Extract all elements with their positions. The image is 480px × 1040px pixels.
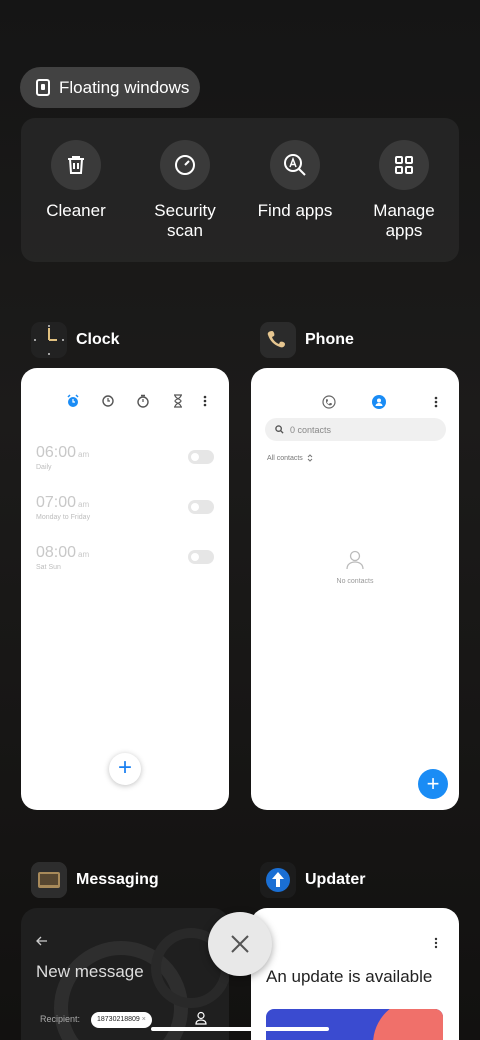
empty-contacts-text: No contacts <box>336 578 374 585</box>
cleaner-button[interactable]: Cleaner <box>21 140 131 221</box>
phone-app-name: Phone <box>305 331 354 348</box>
more-options-icon[interactable] <box>201 394 209 408</box>
alarm-time: 07:00 am <box>36 494 90 511</box>
contacts-filter-dropdown[interactable]: All contacts <box>267 454 313 462</box>
contacts-search-input[interactable]: 0 contacts <box>265 418 446 441</box>
user-icon <box>195 1011 207 1025</box>
empty-contact-icon <box>346 550 364 570</box>
messaging-app-name: Messaging <box>76 871 159 888</box>
sort-arrows-icon <box>307 454 313 462</box>
update-available-title: An update is available <box>266 967 433 986</box>
security-scan-button[interactable]: Security scan <box>130 140 240 241</box>
alarm-item[interactable]: 07:00 am Monday to Friday <box>36 494 214 526</box>
alarm-item[interactable]: 08:00 am Sat Sun <box>36 544 214 576</box>
recipient-chip[interactable]: 18730218809 × <box>91 1012 152 1028</box>
alarm-toggle[interactable] <box>188 550 214 564</box>
floating-windows-label: Floating windows <box>59 77 190 97</box>
more-options-icon[interactable] <box>432 395 440 409</box>
clock-app-header[interactable]: Clock <box>31 322 120 358</box>
search-placeholder: 0 contacts <box>290 424 332 435</box>
updater-app-icon <box>260 862 296 898</box>
manage-apps-label: Manage apps <box>373 201 435 240</box>
recipient-number: 18730218809 <box>97 1016 140 1023</box>
alarm-item[interactable]: 06:00 am Daily <box>36 444 214 476</box>
contacts-tab-icon[interactable] <box>372 395 386 409</box>
security-scan-label: Security scan <box>154 201 216 240</box>
timer-tab-icon[interactable] <box>171 394 185 408</box>
alarm-time: 06:00 am <box>36 444 90 461</box>
clock-tab-bar <box>21 394 229 410</box>
alarm-time: 08:00 am <box>36 544 90 561</box>
alarm-tab-icon[interactable] <box>66 394 80 408</box>
remove-recipient-icon[interactable]: × <box>142 1016 146 1023</box>
close-icon <box>231 935 249 953</box>
contacts-filter-label: All contacts <box>267 454 303 462</box>
floating-windows-button[interactable]: Floating windows <box>20 67 200 108</box>
find-apps-label: Find apps <box>257 201 333 220</box>
trash-icon <box>51 140 101 190</box>
clock-app-icon <box>31 322 67 358</box>
floating-window-icon <box>36 79 50 96</box>
updater-app-name: Updater <box>305 871 366 888</box>
alarm-repeat: Monday to Friday <box>36 514 91 521</box>
find-apps-button[interactable]: Find apps <box>240 140 350 221</box>
manage-apps-button[interactable]: Manage apps <box>349 140 459 241</box>
alarm-toggle[interactable] <box>188 450 214 464</box>
new-message-title: New message <box>36 962 144 981</box>
alarm-toggle[interactable] <box>188 500 214 514</box>
add-contact-button[interactable]: + <box>418 769 448 799</box>
home-indicator[interactable] <box>151 1027 329 1031</box>
phone-app-header[interactable]: Phone <box>260 322 354 358</box>
update-banner <box>266 1009 443 1040</box>
updater-app-header[interactable]: Updater <box>260 862 365 898</box>
phone-app-card[interactable]: 0 contacts All contacts No contacts + <box>251 368 459 810</box>
grid-icon <box>379 140 429 190</box>
phone-app-icon <box>260 322 296 358</box>
messaging-app-header[interactable]: Messaging <box>31 862 159 898</box>
recipient-label: Recipient: <box>40 1014 81 1024</box>
back-arrow-icon[interactable] <box>36 936 48 946</box>
search-icon <box>275 425 284 434</box>
alarm-repeat: Daily <box>36 464 52 471</box>
recents-tab-icon[interactable] <box>322 395 336 409</box>
cleaner-label: Cleaner <box>46 201 106 220</box>
clear-all-button[interactable] <box>208 912 272 976</box>
stopwatch-tab-icon[interactable] <box>136 394 150 408</box>
search-apps-icon <box>270 140 320 190</box>
updater-app-card[interactable]: An update is available <box>251 908 459 1040</box>
more-options-icon[interactable] <box>432 937 440 949</box>
clock-app-name: Clock <box>76 331 120 348</box>
messaging-app-icon <box>31 862 67 898</box>
gauge-icon <box>160 140 210 190</box>
add-alarm-button[interactable]: + <box>109 753 141 785</box>
quick-tools-panel: Cleaner Security scan Find apps Manage a… <box>21 118 459 262</box>
alarm-repeat: Sat Sun <box>36 564 61 571</box>
clock-app-card[interactable]: 06:00 am Daily 07:00 am Monday to Friday 0… <box>21 368 229 810</box>
clock-tab-icon[interactable] <box>101 394 115 408</box>
